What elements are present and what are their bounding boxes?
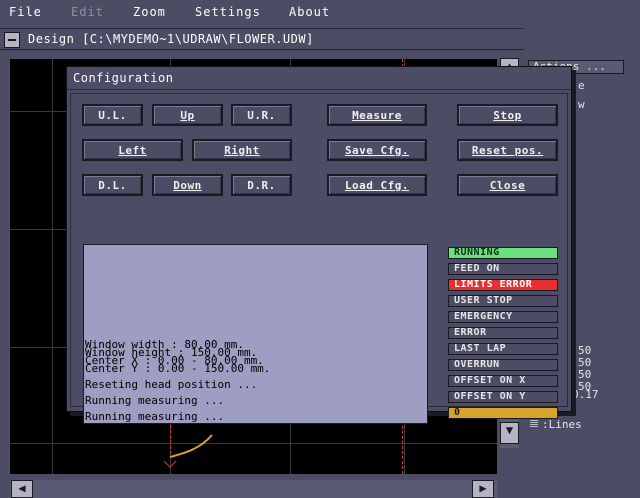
upper-left-button[interactable]: U.L. [82, 104, 143, 126]
measure-button-label: Measure [352, 108, 402, 122]
save-config-button-label: Save Cfg. [344, 143, 410, 157]
dialog-title-bar[interactable]: Configuration [67, 67, 571, 90]
up-button-label: Up [180, 108, 195, 122]
down-button[interactable]: Down [152, 174, 223, 196]
load-config-button[interactable]: Load Cfg. [327, 174, 427, 196]
stop-button[interactable]: Stop [457, 104, 558, 126]
grid-line [52, 59, 53, 474]
design-title-bar: Design [C:\MYDEMO~1\UDRAW\FLOWER.UDW] [0, 29, 524, 50]
down-arrow-icon[interactable]: ▼ [500, 422, 519, 444]
save-config-button[interactable]: Save Cfg. [327, 139, 427, 161]
left-arrow-icon[interactable]: ◀ [11, 480, 33, 498]
right-arrow-icon[interactable]: ▶ [472, 480, 494, 498]
reset-position-button-label: Reset pos. [471, 143, 544, 157]
panel-value: 0.17 [572, 388, 599, 401]
right-button[interactable]: Right [192, 139, 292, 161]
design-window-title: Design [C:\MYDEMO~1\UDRAW\FLOWER.UDW] [28, 32, 314, 46]
stop-button-label: Stop [493, 108, 522, 122]
menu-edit[interactable]: Edit [71, 5, 104, 19]
log-line: Reseting head position ... [85, 378, 258, 391]
up-button[interactable]: Up [152, 104, 223, 126]
down-button-label: Down [173, 178, 202, 192]
status-offset-y: OFFSET ON Y [448, 391, 558, 403]
menu-bar: File Edit Zoom Settings About [0, 0, 640, 26]
left-button-label: Left [118, 143, 147, 157]
menu-settings[interactable]: Settings [195, 5, 261, 19]
status-feed-on: FEED ON [448, 263, 558, 275]
down-right-button[interactable]: D.R. [231, 174, 292, 196]
log-line: Running measuring ... [85, 410, 225, 423]
panel-partial-text: e [578, 79, 585, 92]
grid-line [10, 443, 497, 444]
down-left-button[interactable]: D.L. [82, 174, 143, 196]
dialog-body: U.L. Up U.R. Measure Stop Left Right Sav… [70, 93, 568, 424]
dialog-title: Configuration [73, 71, 174, 85]
menu-about[interactable]: About [289, 5, 330, 19]
close-button[interactable]: Close [457, 174, 558, 196]
log-line: Center Y : 0.00 - 150.00 mm. [85, 362, 271, 375]
right-button-label: Right [224, 143, 260, 157]
left-button[interactable]: Left [82, 139, 183, 161]
status-emergency: EMERGENCY [448, 311, 558, 323]
log-line: Running measuring ... [85, 394, 225, 407]
horizontal-scrollbar[interactable]: ◀ ▶ [10, 480, 497, 498]
status-overrun: OVERRUN [448, 359, 558, 371]
upper-right-button[interactable]: U.R. [231, 104, 292, 126]
status-running: RUNNING [448, 247, 558, 259]
close-button-label: Close [489, 178, 526, 192]
minus-box-icon[interactable] [4, 32, 20, 48]
load-config-button-label: Load Cfg. [344, 178, 410, 192]
reset-position-button[interactable]: Reset pos. [457, 139, 558, 161]
grid-pattern-icon [530, 419, 538, 427]
log-output[interactable]: Window width : 80.00 mm. Window height :… [83, 244, 428, 424]
flower-curve [163, 434, 213, 468]
status-last-lap: LAST LAP [448, 343, 558, 355]
status-limits-error: LIMITS ERROR [448, 279, 558, 291]
status-offset-x: OFFSET ON X [448, 375, 558, 387]
menu-zoom[interactable]: Zoom [133, 5, 166, 19]
status-user-stop: USER STOP [448, 295, 558, 307]
status-counter: 0 [448, 407, 558, 419]
lines-legend-label: :Lines [542, 418, 582, 431]
panel-partial-text: w [578, 98, 585, 111]
status-error: ERROR [448, 327, 558, 339]
configuration-dialog: Configuration U.L. Up U.R. Measure Stop … [66, 66, 572, 424]
measure-button[interactable]: Measure [327, 104, 427, 126]
menu-file[interactable]: File [9, 5, 42, 19]
